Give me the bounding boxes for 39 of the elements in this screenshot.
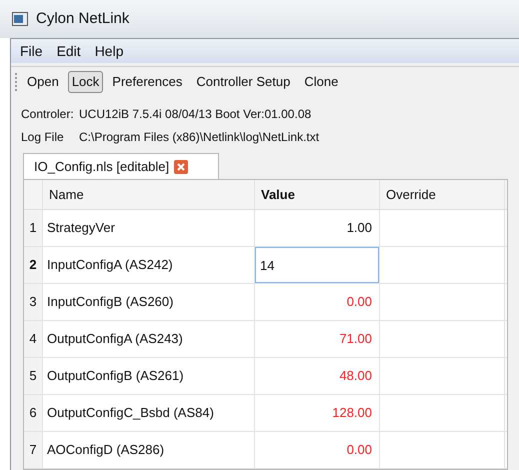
table-cell: OutputConfigA (AS243) [43, 321, 255, 357]
table-cell-text: 0.00 [346, 293, 373, 312]
column-header[interactable]: Name [43, 180, 255, 209]
toolbar-button[interactable]: Preferences [107, 70, 188, 92]
table-cell: OutputConfigB (AS261) [43, 358, 255, 394]
info-value: UCU12iB 7.5.4i 08/04/13 Boot Ver:01.00.08 [79, 106, 312, 123]
row-number: 2 [24, 247, 43, 283]
column-header[interactable]: Override [380, 180, 505, 209]
app-icon [12, 12, 28, 26]
column-header[interactable]: Value [255, 180, 380, 209]
table-cell: AOConfigD (AS286) [43, 432, 255, 468]
row-number: 7 [24, 432, 43, 468]
table-cell-text: 0.00 [346, 441, 373, 460]
table-cell: InputConfigB (AS260) [43, 284, 255, 320]
menu-item[interactable]: File [20, 40, 43, 62]
toolbar-button[interactable]: Controller Setup [191, 70, 296, 92]
info-value: C:\Program Files (x86)\Netlink\log\NetLink.txt [79, 129, 320, 146]
row-number: 5 [24, 358, 43, 394]
toolbar-button[interactable]: Lock [68, 70, 104, 92]
table-cell-text: 71.00 [338, 330, 373, 348]
menu-item[interactable]: Help [94, 40, 124, 62]
table-cell-text: 48.00 [338, 367, 373, 386]
table-cell-text: 128.00 [331, 404, 373, 422]
row-number: 1 [24, 210, 43, 246]
window-title: Cylon NetLink [36, 8, 130, 29]
table-cell: StrategyVer [43, 210, 255, 246]
row-number: 6 [24, 395, 43, 431]
table-cell: InputConfigA (AS242) [43, 247, 255, 283]
toolbar-button[interactable]: Clone [299, 70, 344, 92]
table-cell: OutputConfigC_Bsbd (AS84) [43, 395, 255, 431]
info-label: Controler: [21, 106, 75, 123]
menu-item[interactable]: Edit [56, 40, 81, 62]
close-icon[interactable] [174, 160, 188, 174]
value-input[interactable]: 14 [255, 247, 379, 283]
info-label: Log File [21, 129, 65, 146]
row-number: 3 [24, 284, 43, 320]
row-number: 4 [24, 321, 43, 357]
toolbar-button[interactable]: Open [22, 70, 64, 92]
table-cell-text: 1.00 [346, 219, 373, 238]
